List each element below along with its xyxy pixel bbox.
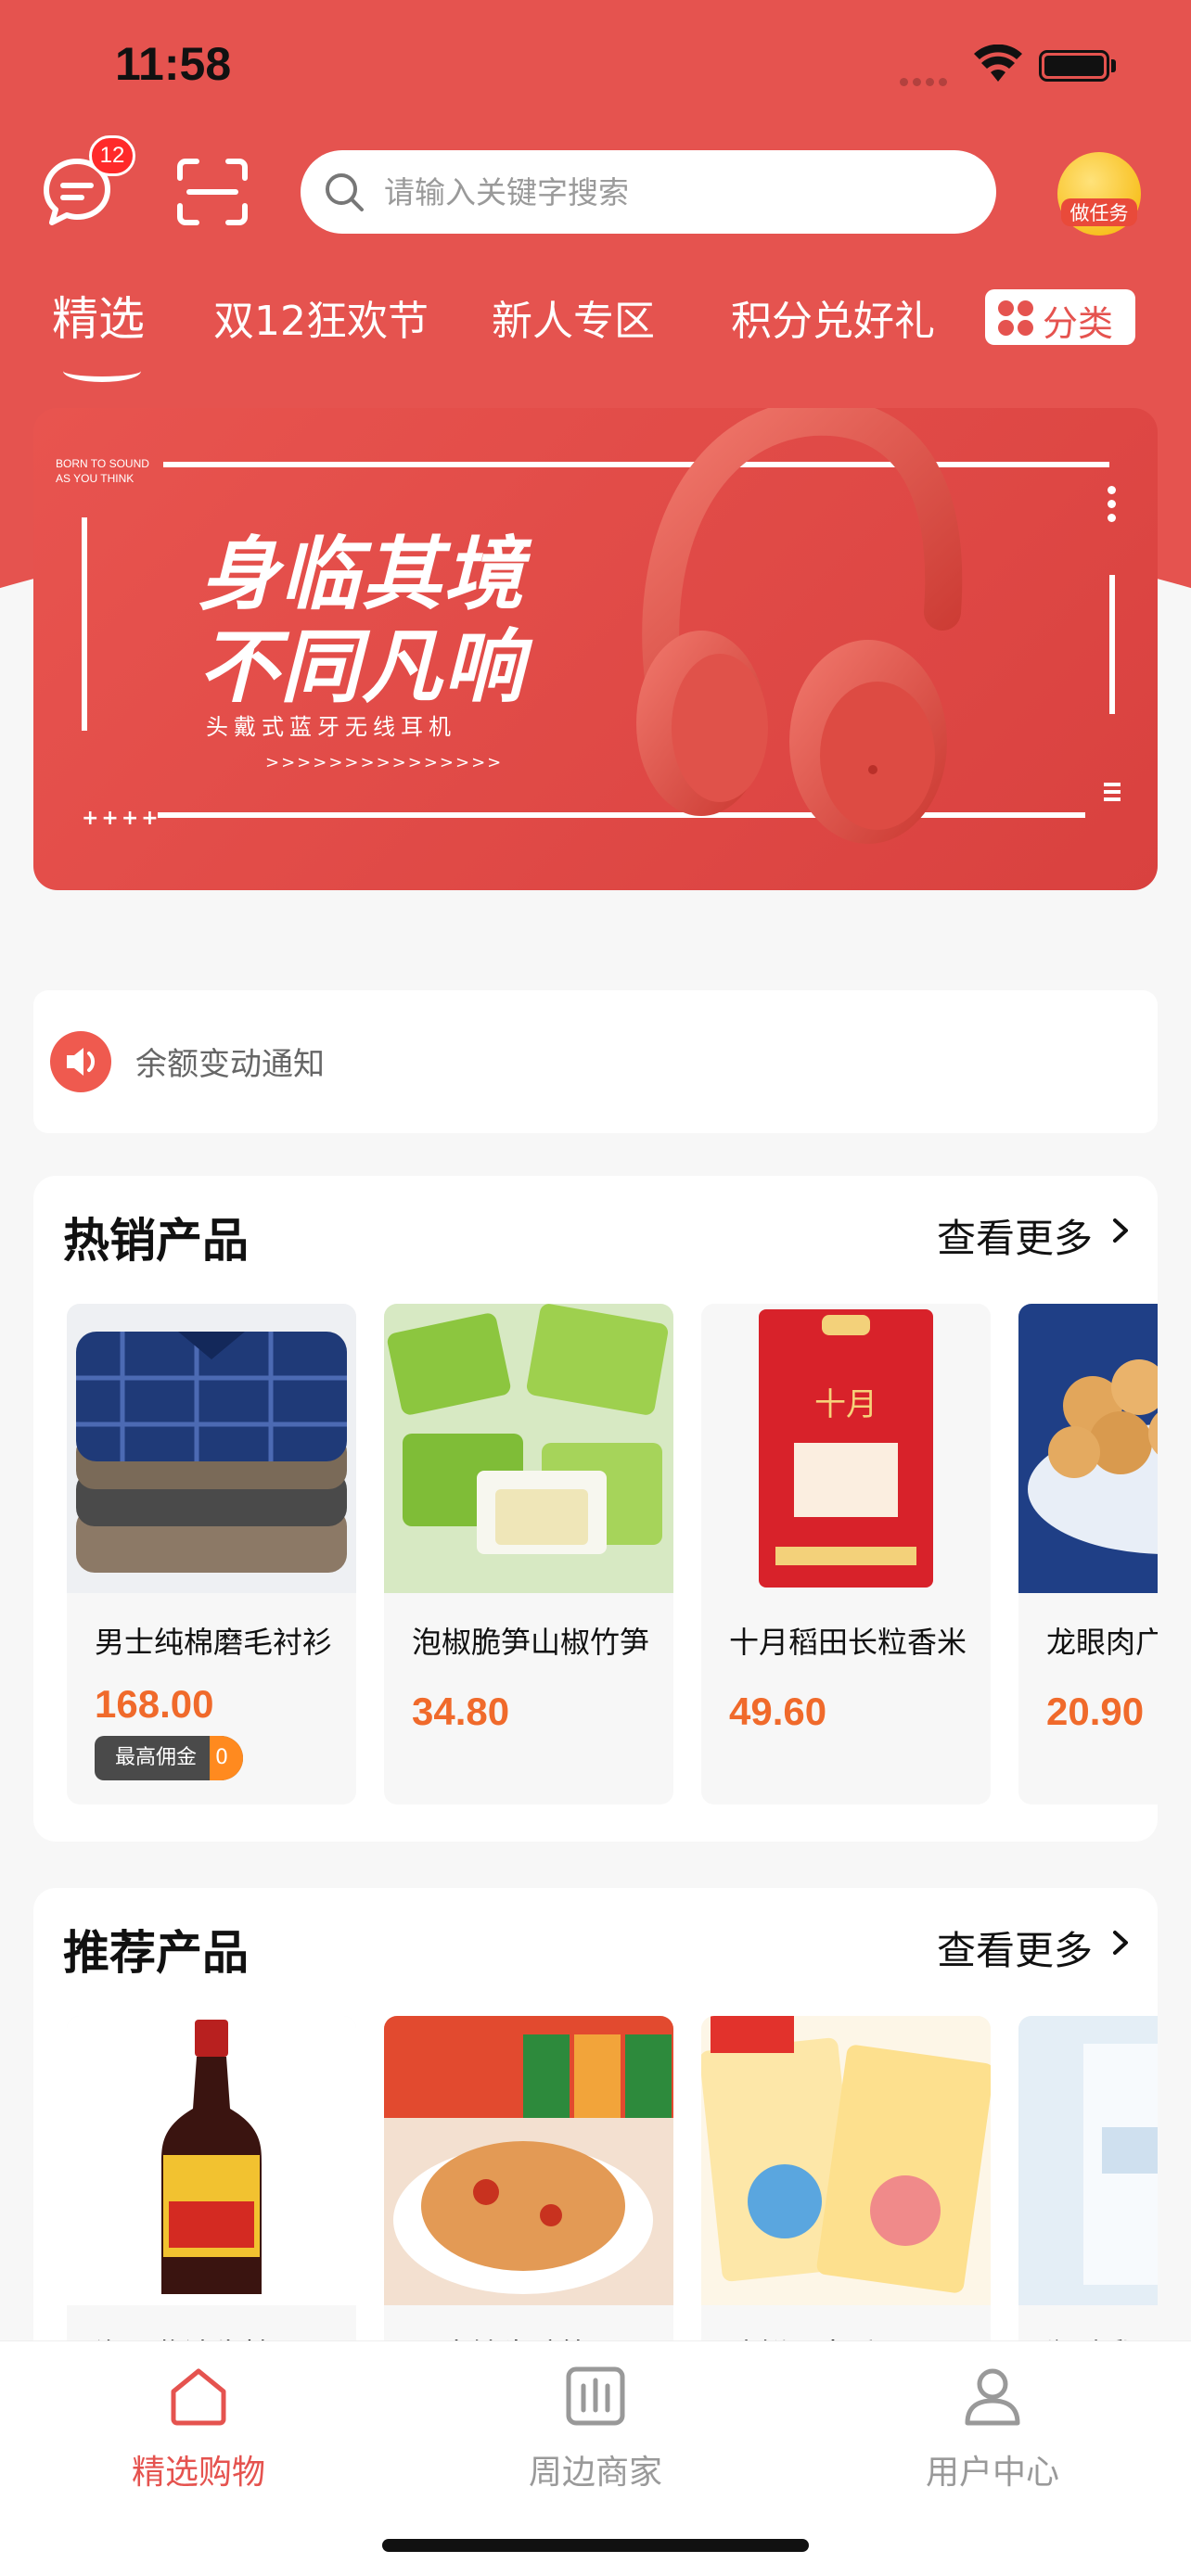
signal-icon	[900, 72, 952, 90]
tab-active-indicator	[63, 360, 141, 382]
banner-small-text: BORN TO SOUND AS YOU THINK	[56, 456, 149, 486]
product-price: 49.60	[729, 1690, 827, 1733]
headphone-image	[636, 408, 963, 844]
svg-text:十月: 十月	[814, 1386, 877, 1423]
skincare-image	[1018, 2016, 1158, 2305]
category-button[interactable]: 分类	[985, 289, 1135, 345]
banner-frame-left	[82, 517, 87, 731]
task-label: 做任务	[1061, 198, 1137, 226]
chevron-right-icon[interactable]	[1109, 1217, 1132, 1244]
banner-dots	[1108, 486, 1117, 528]
banner-subtitle: 头戴式蓝牙无线耳机	[206, 714, 456, 740]
tab-points[interactable]: 积分兑好礼	[731, 287, 935, 347]
search-bar[interactable]	[301, 150, 996, 234]
speaker-icon	[50, 1031, 111, 1092]
longan-image	[1018, 1304, 1158, 1593]
nav-label: 周边商家	[528, 2454, 662, 2492]
banner-frame-right	[1109, 575, 1115, 714]
beef-tendon-image	[384, 2016, 673, 2305]
banner-plus-marks: ++++	[82, 807, 161, 830]
promo-banner[interactable]: BORN TO SOUND AS YOU THINK 身临其境 不同凡响 头戴式…	[33, 408, 1158, 890]
product-name: 龙眼肉广	[1046, 1625, 1158, 1660]
app-screen: 11:58 12 做任务 精选 双12狂欢节	[0, 0, 1191, 2576]
status-time: 11:58	[115, 38, 232, 90]
bamboo-shoot-image	[384, 1304, 673, 1593]
tab-double12[interactable]: 双12狂欢节	[213, 287, 429, 347]
wifi-icon	[974, 45, 1022, 82]
view-more-link[interactable]: 查看更多	[937, 1207, 1093, 1264]
home-icon	[171, 2368, 226, 2426]
battery-icon	[1039, 50, 1109, 82]
notice-text: 余额变动通知	[135, 1046, 325, 1083]
rice-bag-image: 十月	[701, 1304, 991, 1593]
grid-icon	[998, 300, 1035, 338]
banner-title: 身临其境 不同凡响	[198, 529, 525, 714]
commission-value: 0	[210, 1736, 243, 1780]
product-name: 男士纯棉磨毛衬衫	[95, 1625, 333, 1660]
banner-title-line2: 不同凡响	[198, 621, 525, 714]
tab-featured[interactable]: 精选	[52, 282, 145, 349]
product-name: 泡椒脆笋山椒竹笋	[412, 1625, 650, 1660]
nav-merchants[interactable]: 周边商家	[475, 2364, 716, 2493]
commission-label: 最高佣金	[115, 1746, 198, 1769]
home-indicator	[382, 2539, 809, 2552]
section-title: 推荐产品	[63, 1926, 249, 1980]
task-button[interactable]: 做任务	[1057, 152, 1141, 236]
product-card[interactable]: 男士纯棉磨毛衬衫 168.00 最高佣金 0	[67, 1304, 356, 1804]
hot-products-list: 男士纯棉磨毛衬衫 168.00 最高佣金 0 泡椒脆笋山椒竹笋 34.80 十月…	[67, 1304, 1158, 1804]
banner-title-line1: 身临其境	[198, 529, 525, 621]
category-button-label: 分类	[1043, 303, 1114, 344]
shirt-image	[67, 1304, 356, 1593]
nav-label: 用户中心	[925, 2454, 1059, 2492]
product-card[interactable]: 十月 十月稻田长粒香米 49.60	[701, 1304, 991, 1804]
view-more-link[interactable]: 查看更多	[937, 1919, 1093, 1976]
hot-products-section: 热销产品 查看更多 男士纯棉磨毛衬衫 168.00 最高佣金 0 泡椒脆笋山椒竹…	[33, 1176, 1158, 1842]
product-price: 20.90	[1046, 1690, 1145, 1733]
product-name: 十月稻田长粒香米	[729, 1625, 967, 1660]
search-input[interactable]	[384, 150, 959, 234]
banner-arrows: >>>>>>>>>>>>>>>	[265, 753, 504, 772]
product-price: 34.80	[412, 1690, 510, 1733]
soy-sauce-image	[67, 2016, 356, 2305]
product-card[interactable]: 泡椒脆笋山椒竹笋 34.80	[384, 1304, 673, 1804]
banner-small-line2: AS YOU THINK	[56, 472, 134, 485]
nav-label: 精选购物	[131, 2454, 265, 2492]
battery-tip	[1111, 59, 1116, 72]
nav-user-center[interactable]: 用户中心	[872, 2364, 1113, 2493]
message-badge: 12	[89, 135, 135, 176]
notice-bar[interactable]: 余额变动通知	[33, 990, 1158, 1133]
nav-shopping[interactable]: 精选购物	[78, 2364, 319, 2493]
commission-tag: 最高佣金 0	[95, 1736, 243, 1780]
store-icon	[566, 2366, 625, 2426]
status-bar: 11:58	[0, 0, 1191, 139]
scan-icon[interactable]	[176, 158, 249, 226]
search-icon	[326, 173, 364, 211]
user-icon	[965, 2368, 1020, 2426]
product-price: 168.00	[95, 1682, 214, 1726]
banner-lines	[1104, 783, 1121, 805]
pumpkin-seeds-image	[701, 2016, 991, 2305]
banner-small-line1: BORN TO SOUND	[56, 457, 149, 470]
chevron-right-icon[interactable]	[1109, 1929, 1132, 1957]
tab-newcomer[interactable]: 新人专区	[492, 287, 655, 347]
product-card[interactable]: 龙眼肉广 20.90	[1018, 1304, 1158, 1804]
section-title: 热销产品	[63, 1214, 249, 1268]
